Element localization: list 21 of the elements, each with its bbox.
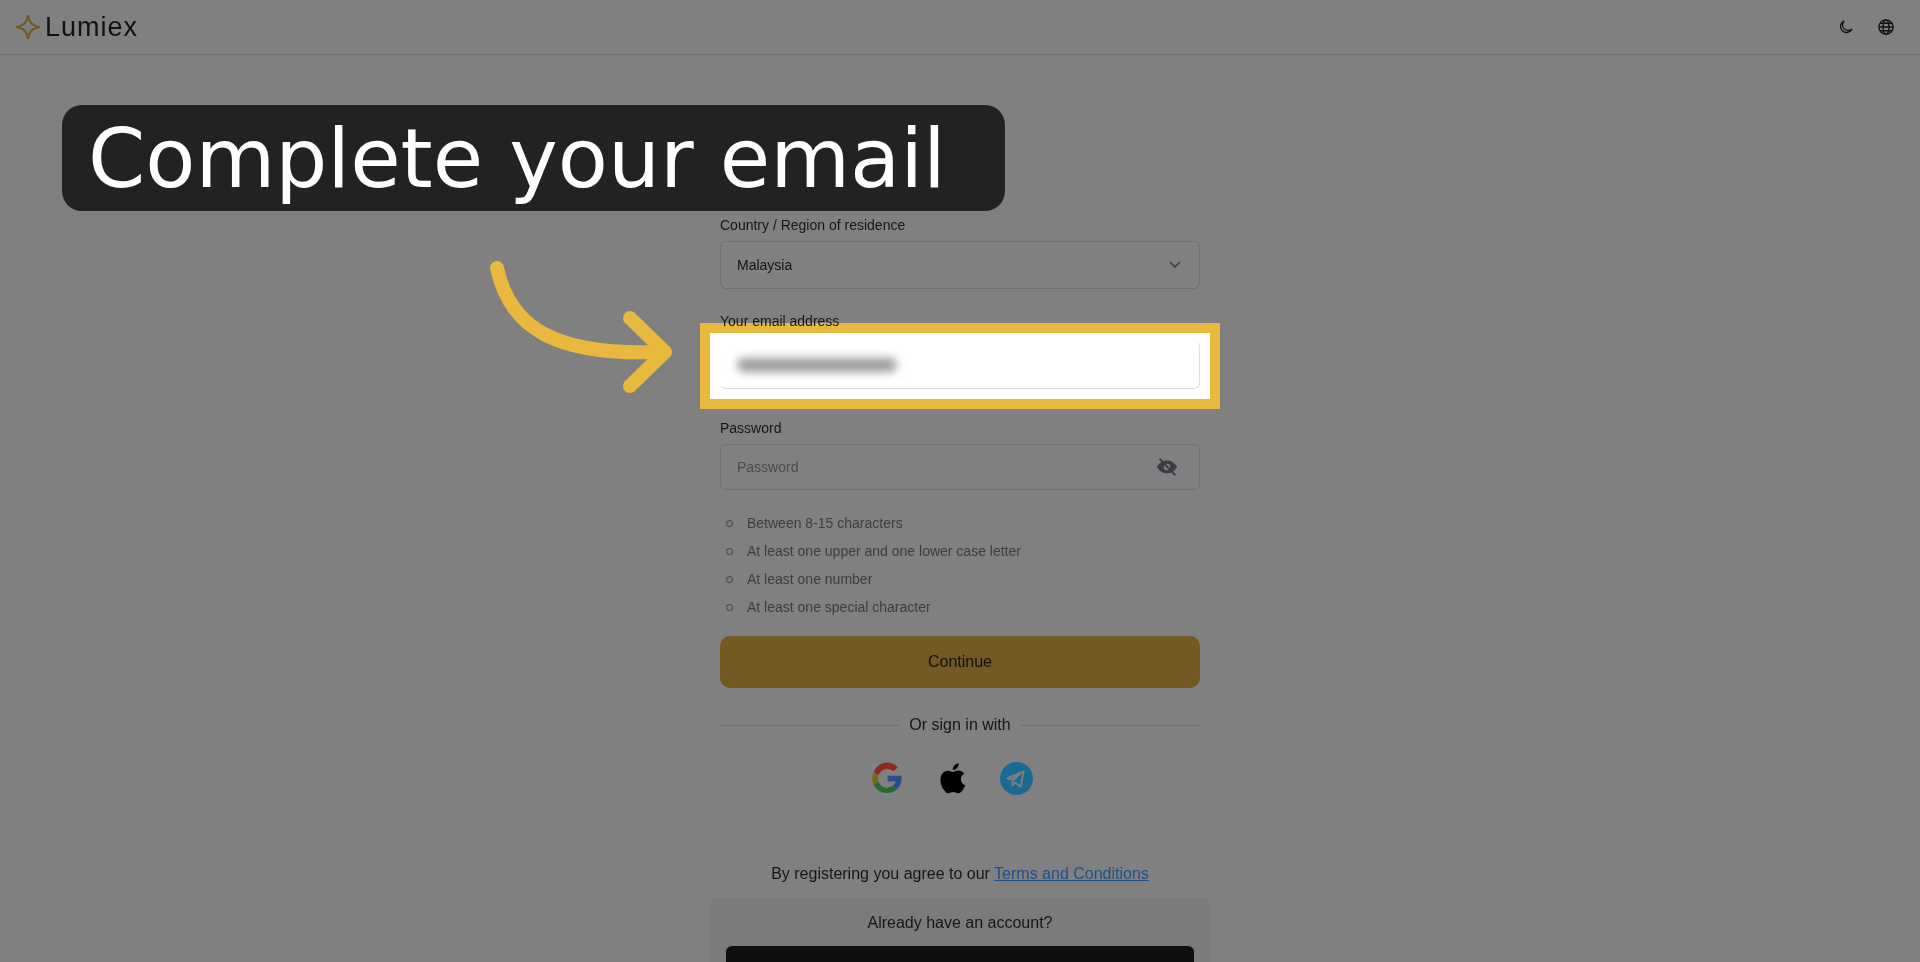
terms-sentence: By registering you agree to our Terms and Conditions (770, 865, 1150, 883)
divider-text: Or sign in with (909, 716, 1011, 734)
requirement-text: At least one special character (747, 598, 931, 616)
continue-button[interactable]: Continue (720, 636, 1200, 688)
field-label: Password (720, 420, 783, 436)
eye-slash-icon[interactable] (1156, 456, 1178, 478)
chevron-down-icon (1169, 261, 1181, 269)
requirement-text: At least one number (747, 570, 873, 588)
callout-text: Complete your email (88, 110, 946, 206)
field-label: Country / Region of residence (720, 217, 907, 233)
apple-icon[interactable] (938, 762, 966, 795)
moon-icon[interactable] (1837, 18, 1855, 36)
login-prompt: Already have an account? (867, 914, 1053, 932)
globe-icon[interactable] (1877, 18, 1895, 36)
google-icon[interactable] (871, 762, 904, 795)
paper-plane-icon[interactable] (1000, 762, 1033, 795)
country-select[interactable]: Malaysia (720, 241, 1200, 289)
requirement-text: Between 8-15 characters (747, 514, 903, 532)
logo-text[interactable]: Lumiex (45, 11, 139, 43)
requirement-text: At least one upper and one lower case letter (747, 542, 1021, 560)
star-logo-icon (15, 14, 41, 40)
